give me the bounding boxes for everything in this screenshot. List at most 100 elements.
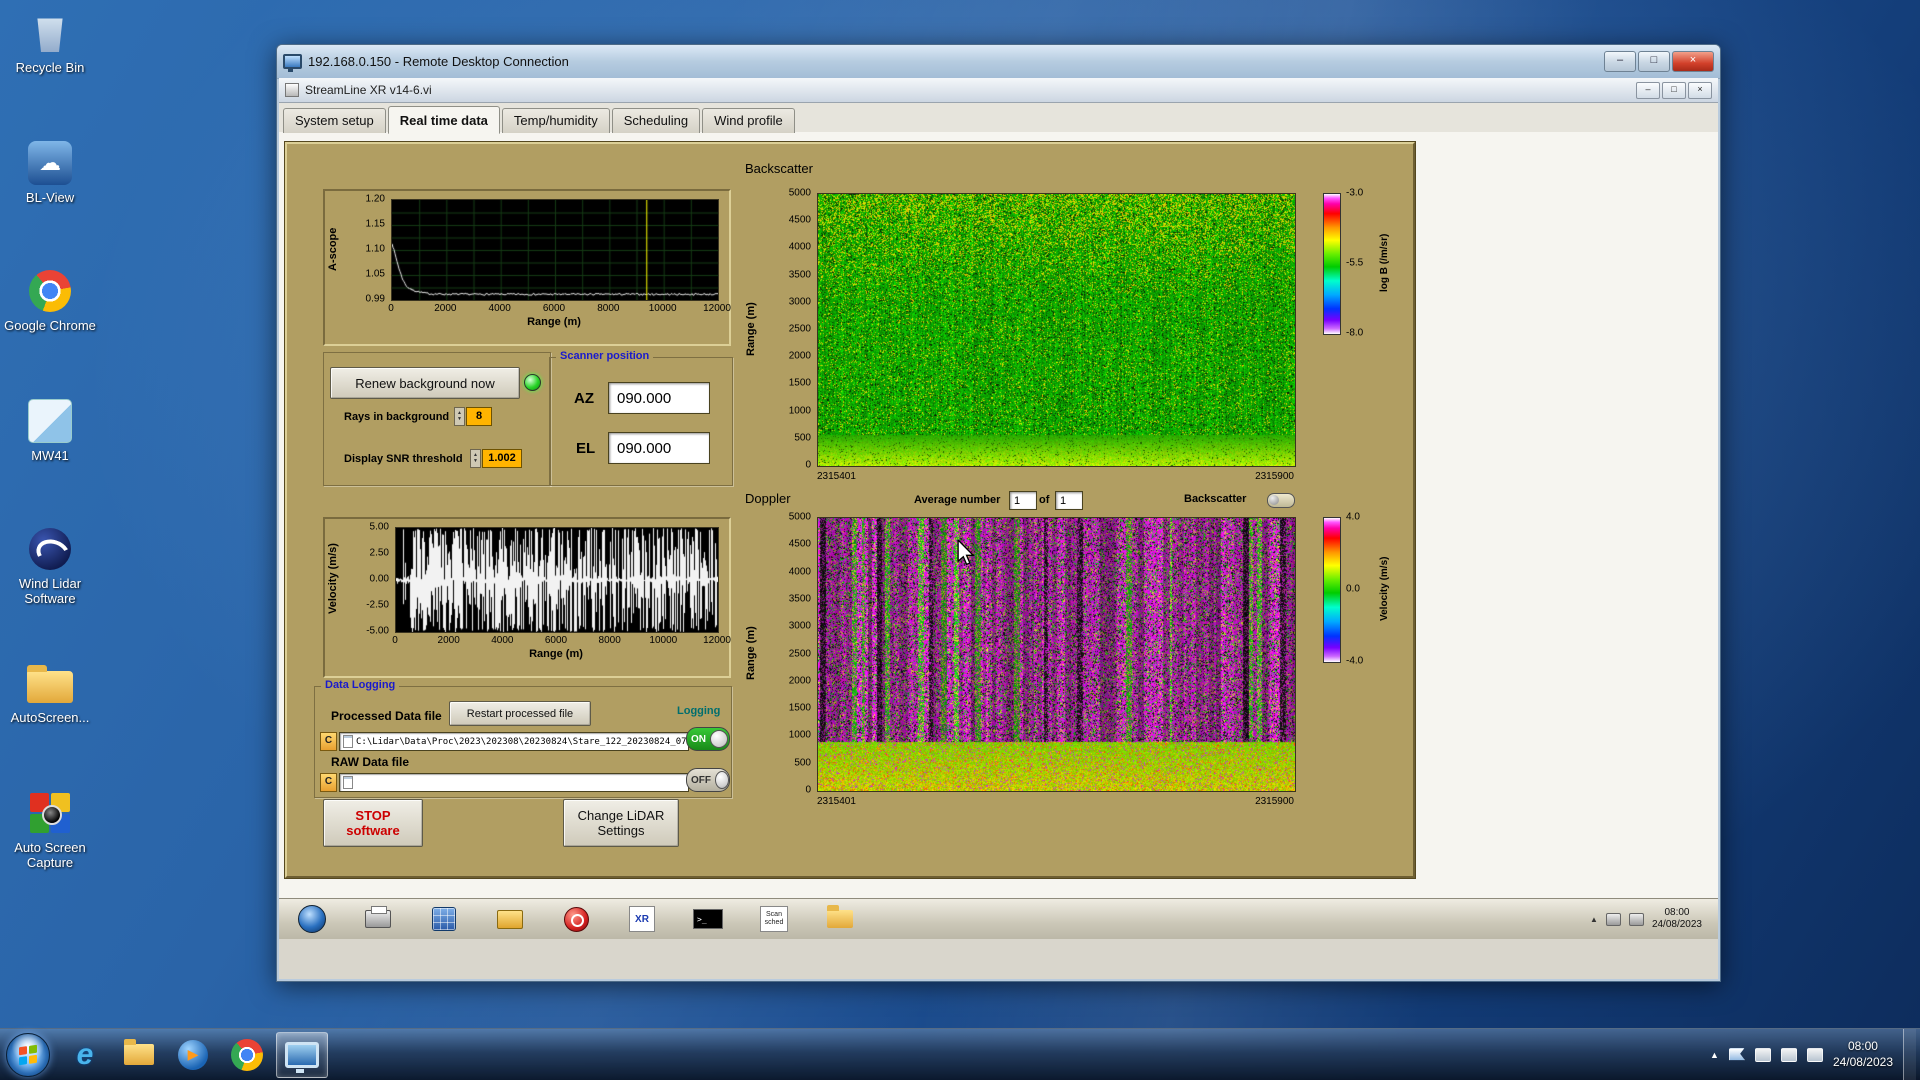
velocity-xticks: 0 2000 4000 6000 8000 10000 12000 — [392, 635, 731, 647]
app-titlebar[interactable]: StreamLine XR v14-6.vi – □ × — [279, 78, 1718, 103]
rdp-close-button[interactable]: × — [1672, 51, 1714, 72]
ascope-xticks-tick: 6000 — [542, 303, 566, 314]
tab-system-setup[interactable]: System setup — [283, 108, 386, 133]
snr-spinner[interactable]: ▲ ▼ — [470, 449, 481, 468]
real-time-data-panel: A-scope 1.20 1.15 1.10 1.05 0.99 0 2000 4000 60… — [284, 141, 1416, 879]
processed-path-field[interactable]: C:\Lidar\Data\Proc\2023\202308\20230824\… — [339, 732, 689, 751]
scanner-position-title: Scanner position — [556, 350, 654, 362]
tray-caret-icon[interactable]: ▲ — [1710, 1050, 1719, 1060]
doppler-ylabel: Range (m) — [745, 626, 757, 681]
of-label: of — [1039, 494, 1050, 506]
desktop-icon-recycle-bin[interactable]: Recycle Bin — [4, 8, 96, 76]
el-value-field[interactable]: 090.000 — [608, 432, 710, 464]
desktop-icon-autoscreen[interactable]: AutoScreen... — [4, 658, 96, 726]
remote-console-button[interactable]: >_ — [693, 904, 723, 934]
remote-power-button[interactable] — [561, 904, 591, 934]
app-minimize-button[interactable]: – — [1636, 81, 1660, 99]
change-lidar-settings-button[interactable]: Change LiDAR Settings — [563, 799, 679, 847]
remote-folder-app-button[interactable] — [495, 904, 525, 934]
tray-volume-icon[interactable] — [1806, 1047, 1823, 1062]
taskbar-media-player-button[interactable]: ▶ — [168, 1033, 218, 1077]
remote-app-grid-button[interactable] — [429, 904, 459, 934]
spinner-down-icon[interactable]: ▼ — [457, 416, 462, 423]
tray-device-icon[interactable] — [1754, 1047, 1771, 1062]
desktop-icon-mw41[interactable]: MW41 — [4, 396, 96, 464]
tray-network-icon[interactable] — [1780, 1047, 1797, 1062]
remote-desktop: StreamLine XR v14-6.vi – □ × System setu… — [279, 78, 1718, 939]
rdp-minimize-button[interactable]: – — [1604, 51, 1636, 72]
backscatter-doppler-toggle[interactable] — [1267, 493, 1295, 508]
desktop-icon-bl-view[interactable]: ☁ BL-View — [4, 138, 96, 206]
taskbar-rdp-button[interactable] — [276, 1031, 328, 1078]
remote-clock[interactable]: 08:00 24/08/2023 — [1652, 907, 1702, 932]
taskbar-chrome-button[interactable] — [222, 1033, 272, 1077]
scan-label-1: Scan — [766, 911, 782, 919]
tab-scheduling[interactable]: Scheduling — [611, 108, 701, 133]
desktop-icon-wind-lidar[interactable]: Wind Lidar Software — [4, 524, 96, 607]
dp-yticks-tick: 4000 — [788, 566, 811, 578]
snr-threshold-value[interactable]: 1.002 — [482, 449, 522, 468]
velocity-chart-frame: Velocity (m/s) 5.00 2.50 0.00 -2.50 -5.00 0 2… — [323, 517, 731, 678]
rays-spinner[interactable]: ▲ ▼ — [454, 407, 465, 426]
tab-real-time-data[interactable]: Real time data — [387, 106, 500, 134]
backscatter-colorbar-label: log B (/m/sr) — [1379, 233, 1390, 293]
ascope-xticks-tick: 0 — [388, 303, 394, 314]
change-line2: Settings — [597, 823, 645, 838]
app-restore-button[interactable]: □ — [1662, 81, 1686, 99]
remote-volume-icon[interactable] — [1605, 912, 1621, 926]
console-icon: >_ — [693, 909, 723, 929]
app-close-button[interactable]: × — [1688, 81, 1712, 99]
taskbar-clock[interactable]: 08:00 24/08/2023 — [1833, 1039, 1893, 1070]
taskbar-explorer-button[interactable] — [114, 1033, 164, 1077]
remote-scan-sched-button[interactable]: Scan sched — [759, 904, 789, 934]
rdp-maximize-button[interactable]: □ — [1638, 51, 1670, 72]
processed-drive-button[interactable]: C — [320, 732, 337, 751]
restart-processed-file-button[interactable]: Restart processed file — [449, 701, 591, 726]
az-value-field[interactable]: 090.000 — [608, 382, 710, 414]
processed-logging-toggle[interactable]: ON — [686, 727, 730, 751]
show-desktop-button[interactable] — [1903, 1029, 1916, 1080]
tab-strip: System setup Real time data Temp/humidit… — [279, 103, 1718, 134]
stop-software-button[interactable]: STOP software — [323, 799, 423, 847]
ascope-xticks-tick: 8000 — [597, 303, 620, 314]
raw-drive-button[interactable]: C — [320, 773, 337, 792]
backscatter-yticks: 5000 4500 4000 3500 3000 2500 2000 1500 1000 500 0 — [767, 188, 813, 471]
remote-explorer-button[interactable] — [825, 904, 855, 934]
processed-data-file-label: Processed Data file — [331, 709, 442, 723]
backscatter-heatmap — [817, 193, 1296, 467]
desktop-icon-auto-screen-capture[interactable]: Auto Screen Capture — [4, 788, 96, 871]
az-label: AZ — [574, 390, 594, 407]
remote-network-icon[interactable] — [1628, 912, 1644, 926]
average-count-field[interactable]: 1 — [1055, 491, 1083, 510]
taskbar-ie-button[interactable]: e — [60, 1033, 110, 1077]
remote-start-button[interactable] — [297, 904, 327, 934]
start-button[interactable] — [6, 1032, 50, 1077]
scan-label-2: sched — [764, 919, 784, 926]
desktop-icon-google-chrome[interactable]: Google Chrome — [4, 266, 96, 334]
raw-path-field[interactable] — [339, 773, 689, 792]
ascope-xticks-tick: 4000 — [488, 303, 511, 314]
remote-tray-caret-icon[interactable]: ▲ — [1590, 915, 1598, 924]
tab-wind-profile[interactable]: Wind profile — [702, 108, 795, 133]
vel-xticks-tick: 12000 — [703, 635, 731, 646]
action-center-flag-icon[interactable] — [1728, 1047, 1745, 1062]
dp-yticks-tick: 1500 — [788, 702, 811, 714]
renew-background-button[interactable]: Renew background now — [330, 367, 520, 399]
vel-yticks-tick: 0.00 — [369, 573, 389, 585]
average-number-label: Average number — [914, 494, 1001, 506]
average-number-field[interactable]: 1 — [1009, 491, 1037, 510]
ascope-yticks-tick: 1.05 — [365, 268, 385, 280]
desktop-icon-label: Recycle Bin — [15, 60, 85, 75]
rdp-titlebar[interactable]: 192.168.0.150 - Remote Desktop Connectio… — [277, 45, 1720, 79]
spinner-down-icon[interactable]: ▼ — [473, 458, 478, 465]
remote-printer-button[interactable] — [363, 904, 393, 934]
doppler-colorbar — [1323, 517, 1341, 663]
bs-yticks-tick: 0 — [805, 459, 811, 471]
raw-logging-toggle[interactable]: OFF — [686, 768, 730, 792]
toggle-knob — [715, 771, 729, 789]
renew-background-led — [524, 374, 541, 391]
remote-xr-app-button[interactable]: XR — [627, 904, 657, 934]
tab-temp-humidity[interactable]: Temp/humidity — [501, 108, 610, 133]
recycle-bin-icon — [4, 8, 96, 58]
rays-value[interactable]: 8 — [466, 407, 492, 426]
